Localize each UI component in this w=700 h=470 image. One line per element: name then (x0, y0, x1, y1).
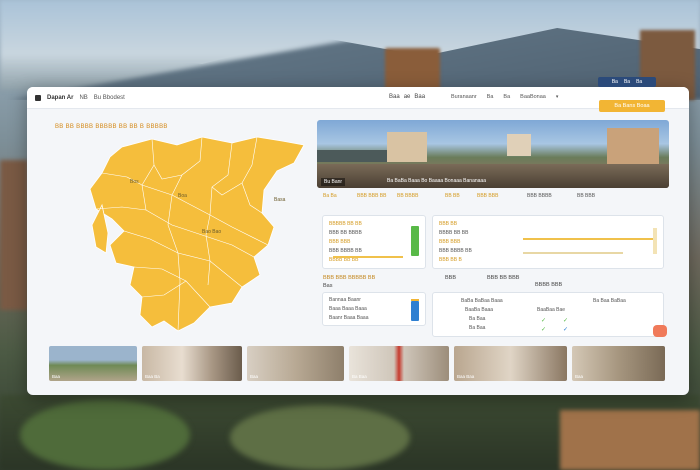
nav-center: Baa ae Baa (389, 94, 425, 100)
photo-street (317, 164, 669, 188)
panel-label: BB BBB (577, 193, 596, 199)
background-plant (230, 405, 410, 470)
brand-name: Bu Bbodest (93, 94, 125, 101)
photo-caption: Bu Banr (321, 178, 346, 186)
logo-icon (35, 94, 41, 101)
info-row: Ba Baa BaBaa (593, 298, 626, 304)
header-chips: Ba Ba Ba (598, 77, 656, 87)
info-row: Ba Baa (469, 316, 486, 322)
nav-link[interactable]: Buranaanr (451, 94, 477, 100)
thumbnail-strip: Baa Baa Ba Baa Ba Baa Baa Baa Baa (49, 346, 669, 381)
photo-building (507, 134, 531, 156)
thumbnail[interactable]: Baa (247, 346, 344, 381)
stat-bar (333, 256, 403, 258)
map-label: Bao Bao (202, 229, 221, 235)
nav-item[interactable]: Baa (414, 94, 425, 100)
panel-label: Ba Ba (323, 193, 337, 199)
stat-row: BBB BBBB BB (439, 248, 472, 254)
thumbnail-caption: Ba Baa (352, 374, 367, 379)
stat-row: BBB BB B (439, 257, 462, 263)
photo-building (387, 132, 427, 162)
stat-bar (523, 238, 653, 240)
thumbnail[interactable]: Baa (49, 346, 137, 381)
chat-button[interactable] (653, 325, 667, 337)
thumbnail-caption: Baa (250, 374, 259, 379)
info-row: BaaBa Baaa (465, 307, 494, 313)
check-icon: ✓ (541, 327, 547, 333)
thumbnail[interactable]: Baa Ba (142, 346, 242, 381)
header-chip[interactable]: Ba (636, 79, 642, 85)
check-icon: ✓ (541, 318, 547, 324)
map-label: Boa (178, 193, 187, 199)
check-icon: ✓ (563, 318, 569, 324)
stat-row: BBBBB BB BB (329, 221, 362, 227)
background-table (560, 410, 700, 470)
stats-card-left: BBBBB BB BB BBB BB BBBB BBB BBB BBB BBBB… (322, 215, 426, 269)
map-region-shape[interactable] (89, 136, 305, 332)
panel-label: BB BBBB (397, 193, 419, 199)
info-row: Baanr Baaa Baaa (329, 315, 369, 321)
brand-code: NB (79, 94, 88, 101)
top-bar: Dapan Ar NB Bu Bbodest (27, 87, 689, 109)
photo-roof (317, 150, 397, 162)
stat-row: BBB BBBB BB (329, 248, 362, 254)
stat-row: BBBB BB BB (439, 230, 469, 236)
logo-text: Dapan Ar (47, 94, 74, 101)
orange-indicator (411, 299, 419, 301)
thumbnail[interactable]: Baa (572, 346, 665, 381)
map-label: Basa (274, 197, 286, 203)
nav-item[interactable]: ae (404, 94, 411, 100)
info-row: Baaa Baaa Baaa (329, 306, 367, 312)
header-chip[interactable]: Ba (612, 79, 618, 85)
panel-label: BBB BBB (477, 193, 499, 199)
section-subtitle: Bas (323, 283, 333, 289)
thumbnail-caption: Baa (575, 374, 584, 379)
info-card-right: BaBa BaBaa Baaa BaaBa Baaa Ba Baa Ba Baa… (432, 292, 664, 337)
thumbnail-caption: Baa Baa (457, 374, 475, 379)
thumbnail-caption: Baa (52, 374, 61, 379)
stats-card-right: BBB BB BBBB BB BB BBB BBB BBB BBBB BB BB… (432, 215, 664, 269)
nav-link[interactable]: Ba (503, 94, 510, 100)
stat-row: BBB BB (439, 221, 458, 227)
region-map[interactable]: Bos Boa Bao Bao Basa (82, 135, 312, 335)
background-building (0, 160, 28, 310)
section-label: BBB (445, 275, 457, 281)
nav-link[interactable]: Ba (487, 94, 494, 100)
info-row: Bannaa Baanr (329, 297, 361, 303)
map-title: BB BB BBBB BBBBB BB BB B BBBBB (55, 124, 168, 130)
info-row: BaaBaa Bae (537, 307, 566, 313)
cta-button[interactable]: Ba Bans Boaa (599, 100, 665, 112)
stat-bar (523, 252, 623, 254)
thumbnail[interactable]: Baa Baa (454, 346, 567, 381)
scroll-indicator[interactable] (653, 228, 657, 254)
nav-item[interactable]: Baa (389, 94, 400, 100)
app-window: Dapan Ar NB Bu Bbodest Baa ae Baa Burana… (27, 87, 689, 395)
panel-label: BBB BBBB (527, 193, 552, 199)
stat-row: BBB BBB (329, 239, 351, 245)
section-title: BBB BBB BBBBB BB (323, 275, 376, 281)
check-icon: ✓ (563, 327, 569, 333)
thumbnail[interactable]: Ba Baa (349, 346, 449, 381)
panel-label: BB BB (445, 193, 460, 199)
chevron-down-icon[interactable]: ▾ (556, 94, 559, 100)
section-label: BBBB BBB (535, 282, 563, 288)
property-photo[interactable]: Bu Banr Ba BaBa Baaa Bo Baaaa Bonaaa Ban… (317, 120, 669, 188)
section-label: BBB BB BBB (487, 275, 520, 281)
blue-indicator (411, 301, 419, 321)
stat-row: BBB BB BBBB (329, 230, 362, 236)
panel-label: BBB BBB BB (357, 193, 387, 199)
nav-right: Buranaanr Ba Ba BaaBonaa ▾ (451, 94, 558, 100)
thumbnail-caption: Baa Ba (145, 374, 160, 379)
photo-caption-detail: Ba BaBa Baaa Bo Baaaa Bonaaa Bananaaa (387, 178, 486, 184)
info-row: BaBa BaBaa Baaa (461, 298, 503, 304)
stat-row: BBB BBB (439, 239, 461, 245)
info-row: Ba Baa (469, 325, 486, 331)
info-card-left: Bannaa Baanr Baaa Baaa Baaa Baanr Baaa B… (322, 292, 426, 326)
background-plant (20, 400, 190, 470)
header-chip[interactable]: Ba (624, 79, 630, 85)
map-label: Bos (130, 179, 139, 185)
nav-link[interactable]: BaaBonaa (520, 94, 546, 100)
green-indicator (411, 226, 419, 256)
